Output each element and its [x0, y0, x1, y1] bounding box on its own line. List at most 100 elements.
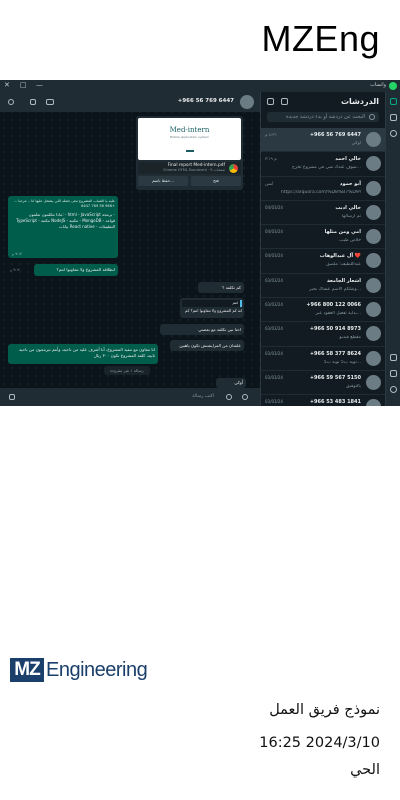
chat-time: 04/03/24	[265, 204, 283, 210]
emoji-icon[interactable]	[242, 394, 248, 400]
open-document-button[interactable]: فتح	[191, 176, 241, 186]
archive-nav-icon[interactable]	[390, 370, 397, 377]
status-nav-icon[interactable]	[390, 130, 397, 137]
conversation-panel: +966 56 769 6447 Med-intern Mobile appli…	[0, 92, 260, 406]
chat-name: اشعار الجامعة	[327, 277, 361, 284]
document-preview[interactable]: Med-intern Mobile application system	[138, 118, 241, 160]
chrome-icon	[229, 164, 238, 173]
footer-timestamp: 16:25 2024/3/10	[259, 735, 380, 751]
avatar	[366, 350, 381, 366]
chat-search-input[interactable]: البحث عن دردشة أو بدء دردشة جديدة	[267, 112, 379, 122]
search-icon[interactable]	[8, 99, 14, 105]
avatar	[366, 229, 381, 245]
chat-list-item[interactable]: +966 59 567 5150 بالتوفيق 03/03/24	[261, 371, 385, 396]
message-text: انا نتعاون مع تنفيذ المشروع، أنا أشرف عل…	[19, 347, 155, 358]
chat-list-panel: الدردشات البحث عن دردشة أو بدء دردشة جدي…	[260, 92, 385, 406]
chat-list-item[interactable]: امي ومن مثلها خلاص طيب 04/03/24	[261, 225, 385, 250]
document-logo-icon	[186, 142, 194, 152]
document-message[interactable]: Med-intern Mobile application system Fin…	[136, 116, 243, 190]
whatsapp-screenshot: ✕ □ — واتساب الدردشات البحث عن دردشة أو …	[0, 80, 400, 406]
footer-form-name: نموذج فريق العمل	[269, 702, 380, 718]
window-app-name: واتساب	[370, 82, 386, 88]
chat-list-item[interactable]: +966 58 377 8624 نوبه ب5 نوبه ب5... 03/03/…	[261, 347, 385, 371]
document-preview-title: Med-intern	[169, 126, 210, 134]
message-text: عليه يا الشباب المشروع تبغى تعمله اللي ي…	[13, 199, 115, 208]
avatar	[366, 253, 381, 269]
message-text: احتا نبي تكلفة مع بعضتي	[198, 327, 241, 332]
conversation-header: +966 56 769 6447	[0, 92, 260, 112]
chat-time: 03/03/24	[265, 350, 283, 356]
chat-time: ٨:٣٦ م	[265, 132, 277, 137]
quoted-message[interactable]: انتم	[182, 300, 242, 307]
chat-preview: شوف عندك شي في مشروع تخرج...	[291, 165, 361, 171]
message-bubble-out[interactable]: عليه يا الشباب المشروع تبغى تعمله اللي ي…	[8, 196, 118, 258]
footer-location: الحي	[350, 762, 380, 778]
message-bubble-out[interactable]: انا نتعاون مع تنفيذ المشروع، أنا أشرف عل…	[8, 344, 158, 364]
message-bubble-in[interactable]: احتا نبي تكلفة مع بعضتي	[160, 324, 244, 335]
avatar	[366, 302, 381, 318]
message-bubble-out[interactable]: انطلاقة المشروع ولا تتعاونوا انتم؟	[34, 264, 118, 276]
chat-list-item[interactable]: +966 53 483 1841 03/03/24	[261, 395, 385, 406]
starred-nav-icon[interactable]	[390, 354, 397, 361]
filter-icon[interactable]	[267, 98, 274, 105]
message-bubble-in[interactable]: انتم انه كم المشروع ولا تتعاونوا انتم؟ ك…	[180, 298, 244, 318]
message-bubble-in[interactable]: علشان من المزايشنش تكون ياهبين	[170, 340, 244, 351]
unread-separator: رسالة ١ غير مقروءة	[104, 366, 150, 375]
settings-gear-icon[interactable]	[390, 386, 397, 393]
logo-mark: MZ	[10, 658, 44, 682]
chat-preview: مقطع فيديو	[339, 335, 361, 341]
contact-name[interactable]: +966 56 769 6447	[178, 98, 234, 104]
save-as-button[interactable]: حفظ باسم...	[138, 176, 188, 186]
document-file-meta: Chrome HTML Document · 9 صفحات	[163, 168, 225, 172]
chat-preview: خلاص طيب	[339, 238, 361, 244]
chat-name: أبو حمود	[339, 180, 361, 187]
new-chat-icon[interactable]	[281, 98, 288, 105]
chat-time: 03/03/24	[265, 277, 283, 283]
chat-list-item[interactable]: +966 56 769 6447 أوكي ٨:٣٦ م	[261, 128, 385, 153]
voice-call-icon[interactable]	[30, 99, 36, 105]
message-text: علشان من المزايشنش تكون ياهبين	[179, 343, 241, 348]
minimize-window-button[interactable]: —	[36, 81, 43, 89]
contact-avatar[interactable]	[240, 95, 254, 109]
avatar	[366, 180, 381, 196]
maximize-window-button[interactable]: □	[20, 81, 27, 89]
message-text: انطلاقة المشروع ولا تتعاونوا انتم؟	[56, 267, 115, 272]
chat-list-item[interactable]: خالي ادبب تم ارسالها 04/03/24	[261, 201, 385, 226]
chat-list-item[interactable]: خالي احمد شوف عندك شي في مشروع تخرج... م ٣…	[261, 152, 385, 177]
window-titlebar: ✕ □ — واتساب	[0, 80, 400, 92]
avatar	[366, 277, 381, 293]
chat-preview: بداية تفعيل العقود عبر...	[315, 311, 361, 317]
message-text: أوكي	[234, 380, 243, 385]
document-preview-subtitle: Mobile application system	[169, 135, 210, 139]
search-placeholder: البحث عن دردشة أو بدء دردشة جديدة	[286, 114, 365, 120]
chats-nav-icon[interactable]	[390, 98, 397, 105]
avatar	[366, 374, 381, 390]
chat-list-item[interactable]: أبو حمود https://arquora.com/%D8%B7%D9%8.…	[261, 177, 385, 201]
message-time: ٩:١٢ م	[12, 252, 23, 256]
chat-list-item[interactable]: اشعار الجامعة وشلكم الاسم عساك بخير... 03/…	[261, 274, 385, 299]
chat-list-item[interactable]: +966 800 122 0066 بداية تفعيل العقود عبر.…	[261, 298, 385, 323]
chat-name: امي ومن مثلها	[324, 229, 361, 236]
close-window-button[interactable]: ✕	[4, 81, 10, 89]
message-bubble-in[interactable]: أوكي	[216, 378, 246, 388]
chat-list-item[interactable]: +966 50 914 8973 مقطع فيديو 03/03/24	[261, 322, 385, 347]
document-file-info: Final report Med-intern.pdf Chrome HTML …	[138, 162, 241, 174]
avatar	[366, 326, 381, 342]
chat-time: 03/03/24	[265, 302, 283, 308]
video-call-icon[interactable]	[46, 99, 54, 105]
company-logo: MZ Engineering	[10, 658, 148, 684]
calls-nav-icon[interactable]	[390, 114, 397, 121]
search-icon	[369, 114, 375, 120]
chat-name: +966 58 377 8624	[309, 350, 361, 357]
chat-list-item[interactable]: آل عبدالوهاب ❤️ عبداللطيف: ملصق 04/03/24	[261, 249, 385, 274]
avatar	[366, 204, 381, 220]
attach-icon[interactable]	[226, 394, 232, 400]
nav-rail	[385, 92, 400, 406]
chat-name: آل عبدالوهاب ❤️	[319, 253, 361, 260]
microphone-icon[interactable]	[9, 394, 15, 400]
chat-time: 04/03/24	[265, 229, 283, 235]
quoted-text: انتم	[232, 301, 238, 305]
message-text: ماذا تتكلمون تعلمون: - html - JavaScript…	[16, 212, 115, 229]
message-bubble-in[interactable]: كم تكلفة ؟	[198, 282, 244, 293]
chat-preview: نوبه ب5 نوبه ب5...	[323, 359, 361, 365]
